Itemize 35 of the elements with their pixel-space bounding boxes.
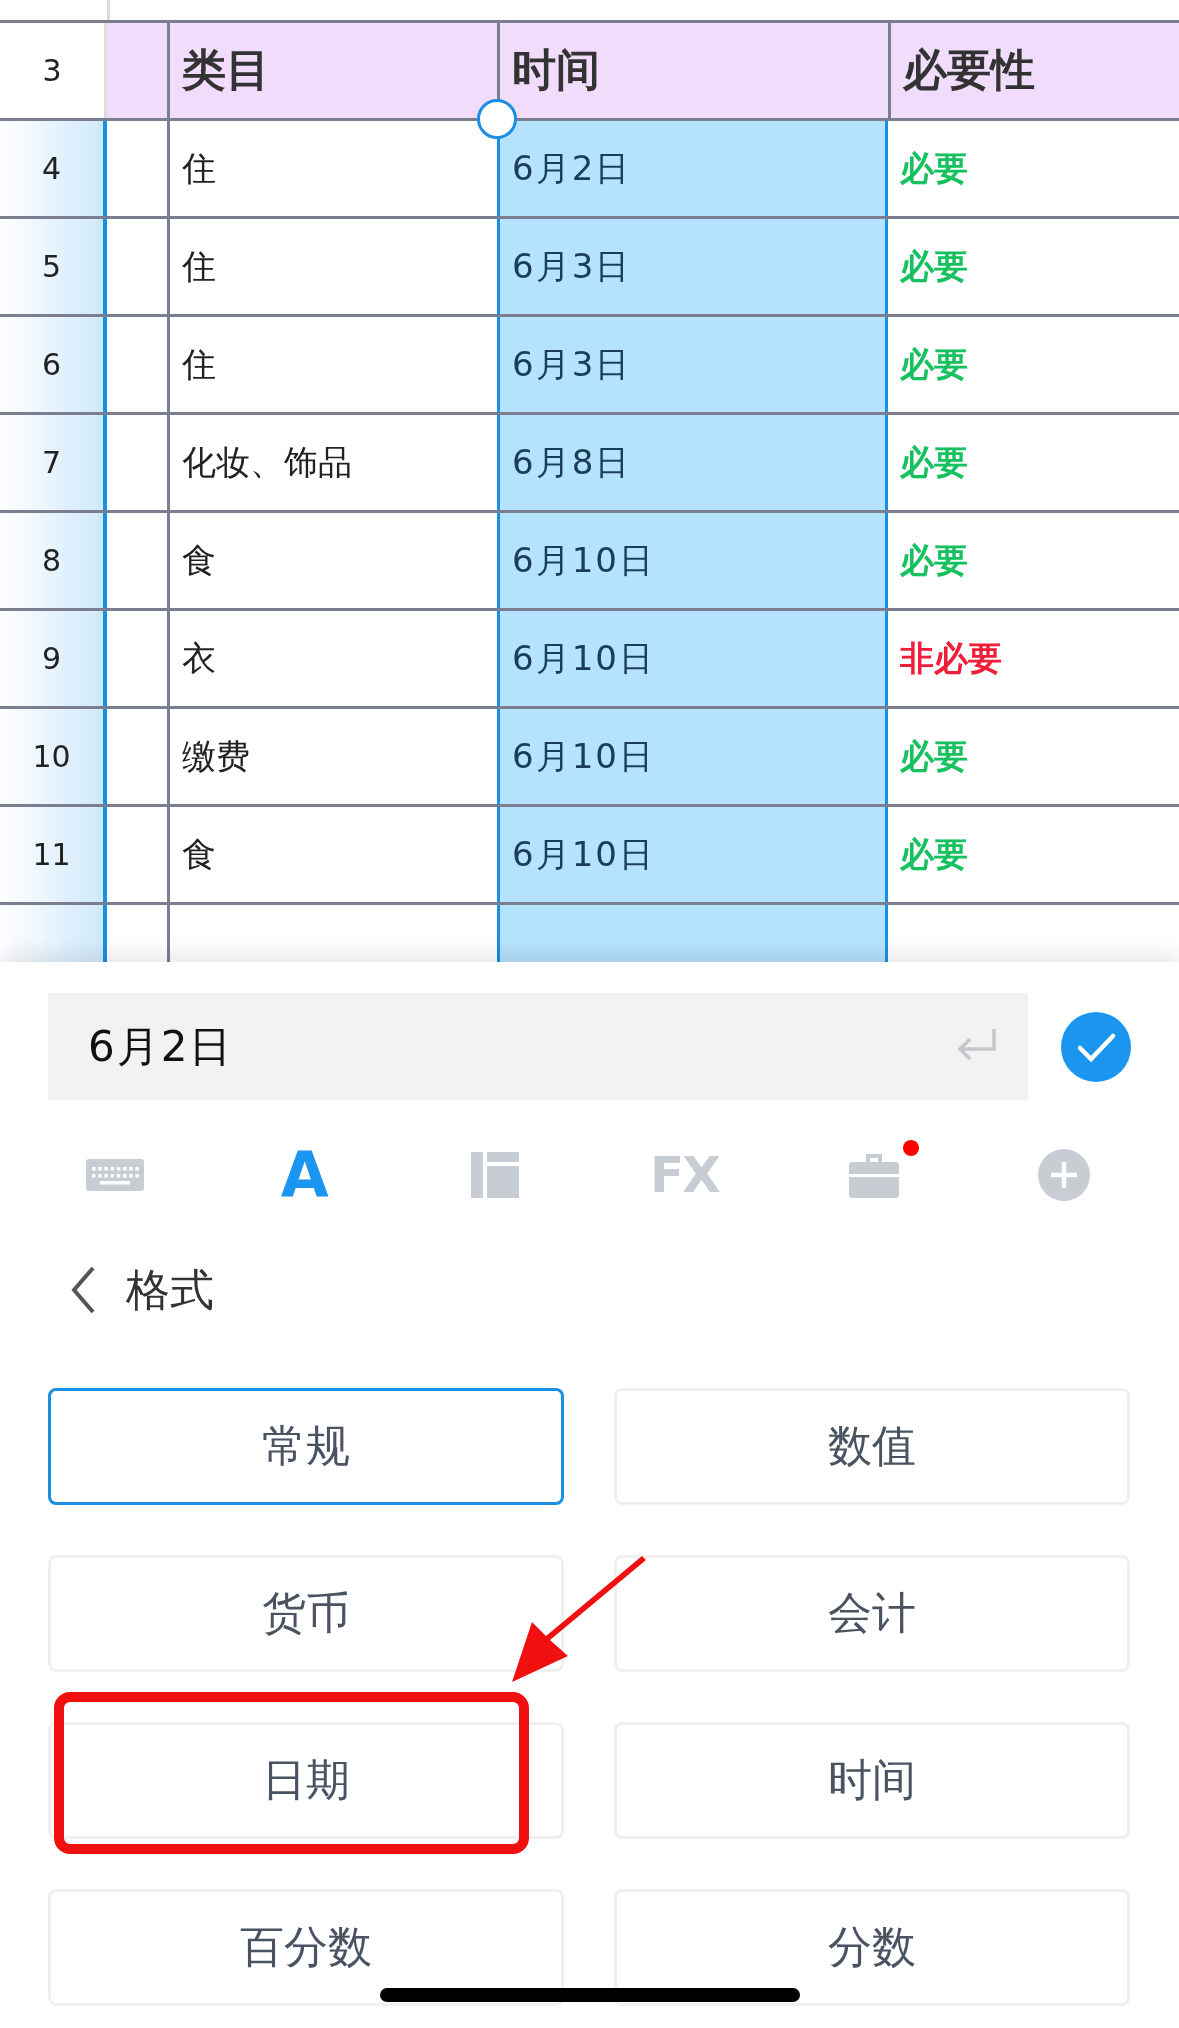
- briefcase-icon[interactable]: [849, 1152, 900, 1198]
- table-cell-text: 必要: [899, 342, 969, 386]
- format-option[interactable]: 日期: [48, 1722, 564, 1839]
- table-cell: 6月3日: [497, 219, 888, 314]
- format-option[interactable]: 常规: [48, 1388, 564, 1505]
- format-option[interactable]: 会计: [614, 1555, 1130, 1672]
- table-cell-text: 必要: [899, 832, 969, 876]
- selection-handle[interactable]: [477, 99, 517, 139]
- back-icon[interactable]: [70, 1266, 96, 1314]
- format-option[interactable]: 货币: [48, 1555, 564, 1672]
- table-cell: 6月10日: [497, 611, 888, 706]
- table-cell: 6月3日: [497, 317, 888, 412]
- keyboard-icon[interactable]: [85, 1159, 144, 1191]
- table-cell-text: 必要: [899, 538, 969, 582]
- table-cell-text: 必要: [899, 244, 969, 288]
- layout-icon[interactable]: [470, 1152, 519, 1198]
- table-cell: 6月10日: [497, 807, 888, 902]
- format-option[interactable]: 分数: [614, 1889, 1130, 2006]
- table-cell-text: 必要: [899, 734, 969, 778]
- add-icon[interactable]: [1038, 1149, 1091, 1201]
- confirm-check-icon[interactable]: [1061, 1011, 1131, 1082]
- row-number[interactable]: 3: [0, 23, 107, 118]
- format-option[interactable]: 时间: [614, 1722, 1130, 1839]
- table-cell-text: 非必要: [899, 636, 1003, 680]
- table-cell: 6月2日: [497, 121, 888, 216]
- table-cell: 6月10日: [497, 709, 888, 804]
- table-cell: 6月10日: [497, 513, 888, 608]
- table-cell-text: 必要: [899, 440, 969, 484]
- panel-title: 格式: [126, 1262, 214, 1317]
- format-option[interactable]: 数值: [614, 1388, 1130, 1505]
- column-header[interactable]: 必要性: [891, 23, 1179, 118]
- table-cell-text: 必要: [899, 146, 969, 190]
- table-cell: 6月8日: [497, 415, 888, 510]
- format-option[interactable]: 百分数: [48, 1889, 564, 2006]
- formula-field[interactable]: 6月2日: [48, 993, 1028, 1100]
